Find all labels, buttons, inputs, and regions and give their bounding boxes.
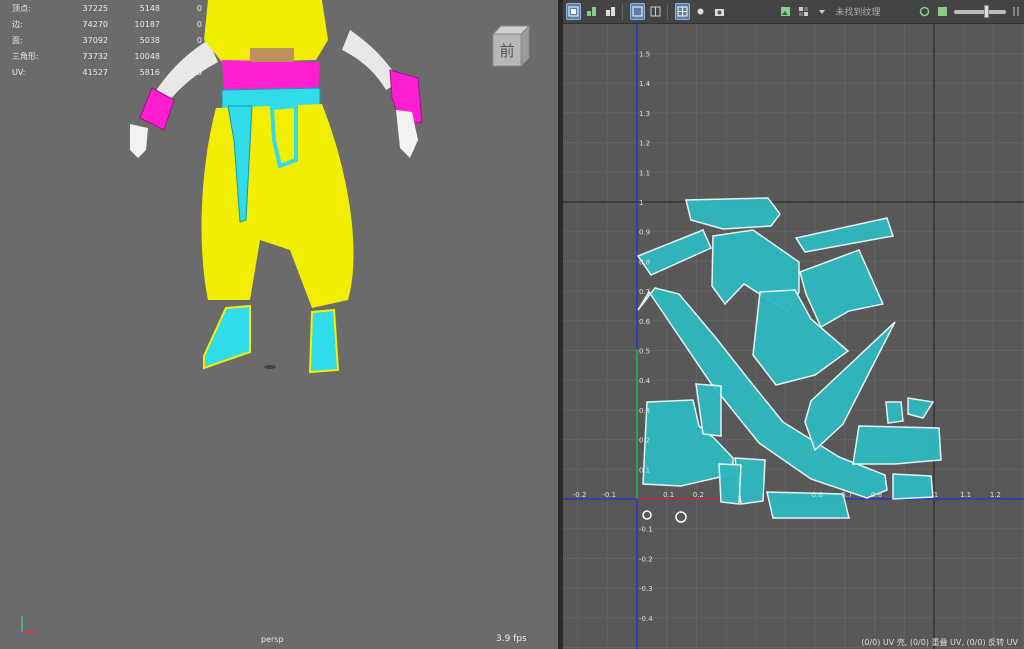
right-boot	[308, 308, 340, 374]
v-tick-label: -0.1	[639, 526, 653, 534]
v-tick-label: 1	[639, 199, 643, 207]
ground-shadow	[264, 365, 276, 369]
shell-icon	[605, 7, 615, 16]
uv-shell	[907, 397, 935, 419]
uv-status-text: (0/0) UV 壳, (0/0) 重叠 UV, (0/0) 反转 UV	[861, 638, 1018, 647]
checker-icon	[677, 6, 688, 17]
v-tick-label: 0.9	[639, 229, 650, 237]
view-cube[interactable]: 前	[489, 24, 531, 68]
texture-dropdown[interactable]	[814, 3, 829, 20]
v-tick-label: 0.3	[639, 407, 650, 415]
more-icon	[1013, 7, 1019, 16]
hud-row-uvs: UV: 41527 5816 0	[12, 67, 202, 77]
poly-count-hud: 顶点: 37225 5148 0 边: 74270 10187 0 面: 370…	[12, 0, 212, 80]
snap-button[interactable]	[584, 3, 599, 20]
uv-shell	[685, 197, 781, 230]
waist-sash	[222, 60, 320, 92]
v-tick-label: -0.4	[639, 615, 653, 623]
toolbar-separator	[667, 3, 668, 20]
uv-shells	[636, 197, 942, 523]
u-tick-label: 0.7	[841, 491, 852, 499]
u-tick-label: 1.1	[960, 491, 971, 499]
u-tick-label: 0.8	[871, 491, 882, 499]
v-tick-label: -0.3	[639, 585, 653, 593]
v-tick-label: -0.2	[639, 555, 653, 563]
v-tick-label: 0.2	[639, 437, 650, 445]
belt-patch	[250, 48, 294, 62]
pants	[201, 104, 354, 308]
hud-row-triangles: 三角形: 73732 10048 0	[12, 51, 202, 61]
v-tick-label: 0.7	[639, 288, 650, 296]
exposure-icon	[919, 6, 930, 17]
image-icon	[780, 7, 790, 16]
uv-shell	[766, 491, 850, 519]
snapshot-button[interactable]	[712, 3, 727, 20]
u-tick-label: 1	[934, 491, 938, 499]
v-tick-label: 1.3	[639, 110, 650, 118]
more-button[interactable]	[1009, 3, 1024, 20]
uv-shell	[852, 425, 942, 465]
v-tick-label: 0.1	[639, 466, 650, 474]
u-tick-label: 1.2	[990, 491, 1001, 499]
fps-readout: 3.9 fps	[496, 634, 527, 644]
3d-viewport[interactable]: 顶点: 37225 5148 0 边: 74270 10187 0 面: 370…	[0, 0, 558, 649]
hud-row-edges: 边: 74270 10187 0	[12, 19, 202, 29]
uv-shell	[885, 401, 904, 424]
chevron-down-icon	[818, 9, 825, 14]
exposure-button[interactable]	[917, 3, 932, 20]
camera-name: persp	[261, 635, 284, 644]
checker-button[interactable]	[675, 3, 691, 20]
slider-knob[interactable]	[984, 4, 990, 18]
uv-grid-canvas[interactable]: -0.2 -0.1 0.1 0.2 0.6 0.7 0.8 1 1.1 1.2 1.5 1.4 1.3 1…	[563, 24, 1024, 649]
grid-toggle-button[interactable]	[566, 3, 582, 20]
uv-shell	[718, 463, 742, 505]
u-tick-label: -0.1	[602, 491, 616, 499]
checkerboard-button[interactable]	[796, 3, 811, 20]
v-tick-label: 1.2	[639, 140, 650, 148]
axis-indicator-icon	[16, 616, 34, 638]
hud-row-faces: 面: 37092 5038 0	[12, 35, 202, 45]
uv-shell	[892, 473, 934, 500]
image-button[interactable]	[778, 3, 793, 20]
pin-button[interactable]	[693, 3, 708, 20]
toolbar-separator	[621, 3, 623, 20]
v-tick-label: 0.8	[639, 258, 650, 266]
uv-shell	[636, 229, 712, 276]
display-icon	[650, 6, 661, 17]
uv-editor-panel[interactable]: 未找到纹理 -0.2 -0.1 0.1 0.2 0.6 0.7 0.8 1 1.1 1.2 1.5 1…	[563, 0, 1024, 649]
v-tick-label: 0.5	[639, 348, 650, 356]
uv-shell	[642, 510, 652, 520]
exposure-slider[interactable]	[954, 4, 1006, 18]
v-tick-label: 1.4	[639, 80, 651, 88]
texture-name-label: 未找到纹理	[835, 8, 881, 18]
v-tick-label: 0.4	[639, 377, 651, 385]
view-cube-label: 前	[499, 42, 514, 60]
shell-button[interactable]	[603, 3, 618, 20]
checkerboard-icon	[799, 7, 809, 16]
gamma-icon	[938, 7, 948, 16]
v-tick-label: 0.6	[639, 318, 651, 326]
v-tick-label: 1.1	[639, 169, 650, 177]
left-boot	[203, 304, 251, 370]
uv-toolbar: 未找到纹理	[563, 0, 1024, 24]
sun-icon	[697, 8, 704, 15]
uv-shell	[675, 511, 687, 523]
grid-icon	[568, 6, 579, 17]
snap-icon	[587, 7, 597, 16]
u-tick-label: -0.2	[573, 491, 587, 499]
camera-icon	[714, 9, 724, 16]
v-tick-label: 1.5	[639, 51, 650, 59]
u-tick-label: 0.2	[693, 491, 704, 499]
u-tick-label: 0.6	[812, 491, 824, 499]
gamma-button[interactable]	[935, 3, 950, 20]
frame-button[interactable]	[629, 3, 645, 20]
left-hand	[130, 124, 148, 158]
display-button[interactable]	[648, 3, 663, 20]
hud-row-vertices: 顶点: 37225 5148 0	[12, 3, 202, 13]
u-tick-label: 0.1	[663, 491, 674, 499]
frame-icon	[632, 6, 643, 17]
